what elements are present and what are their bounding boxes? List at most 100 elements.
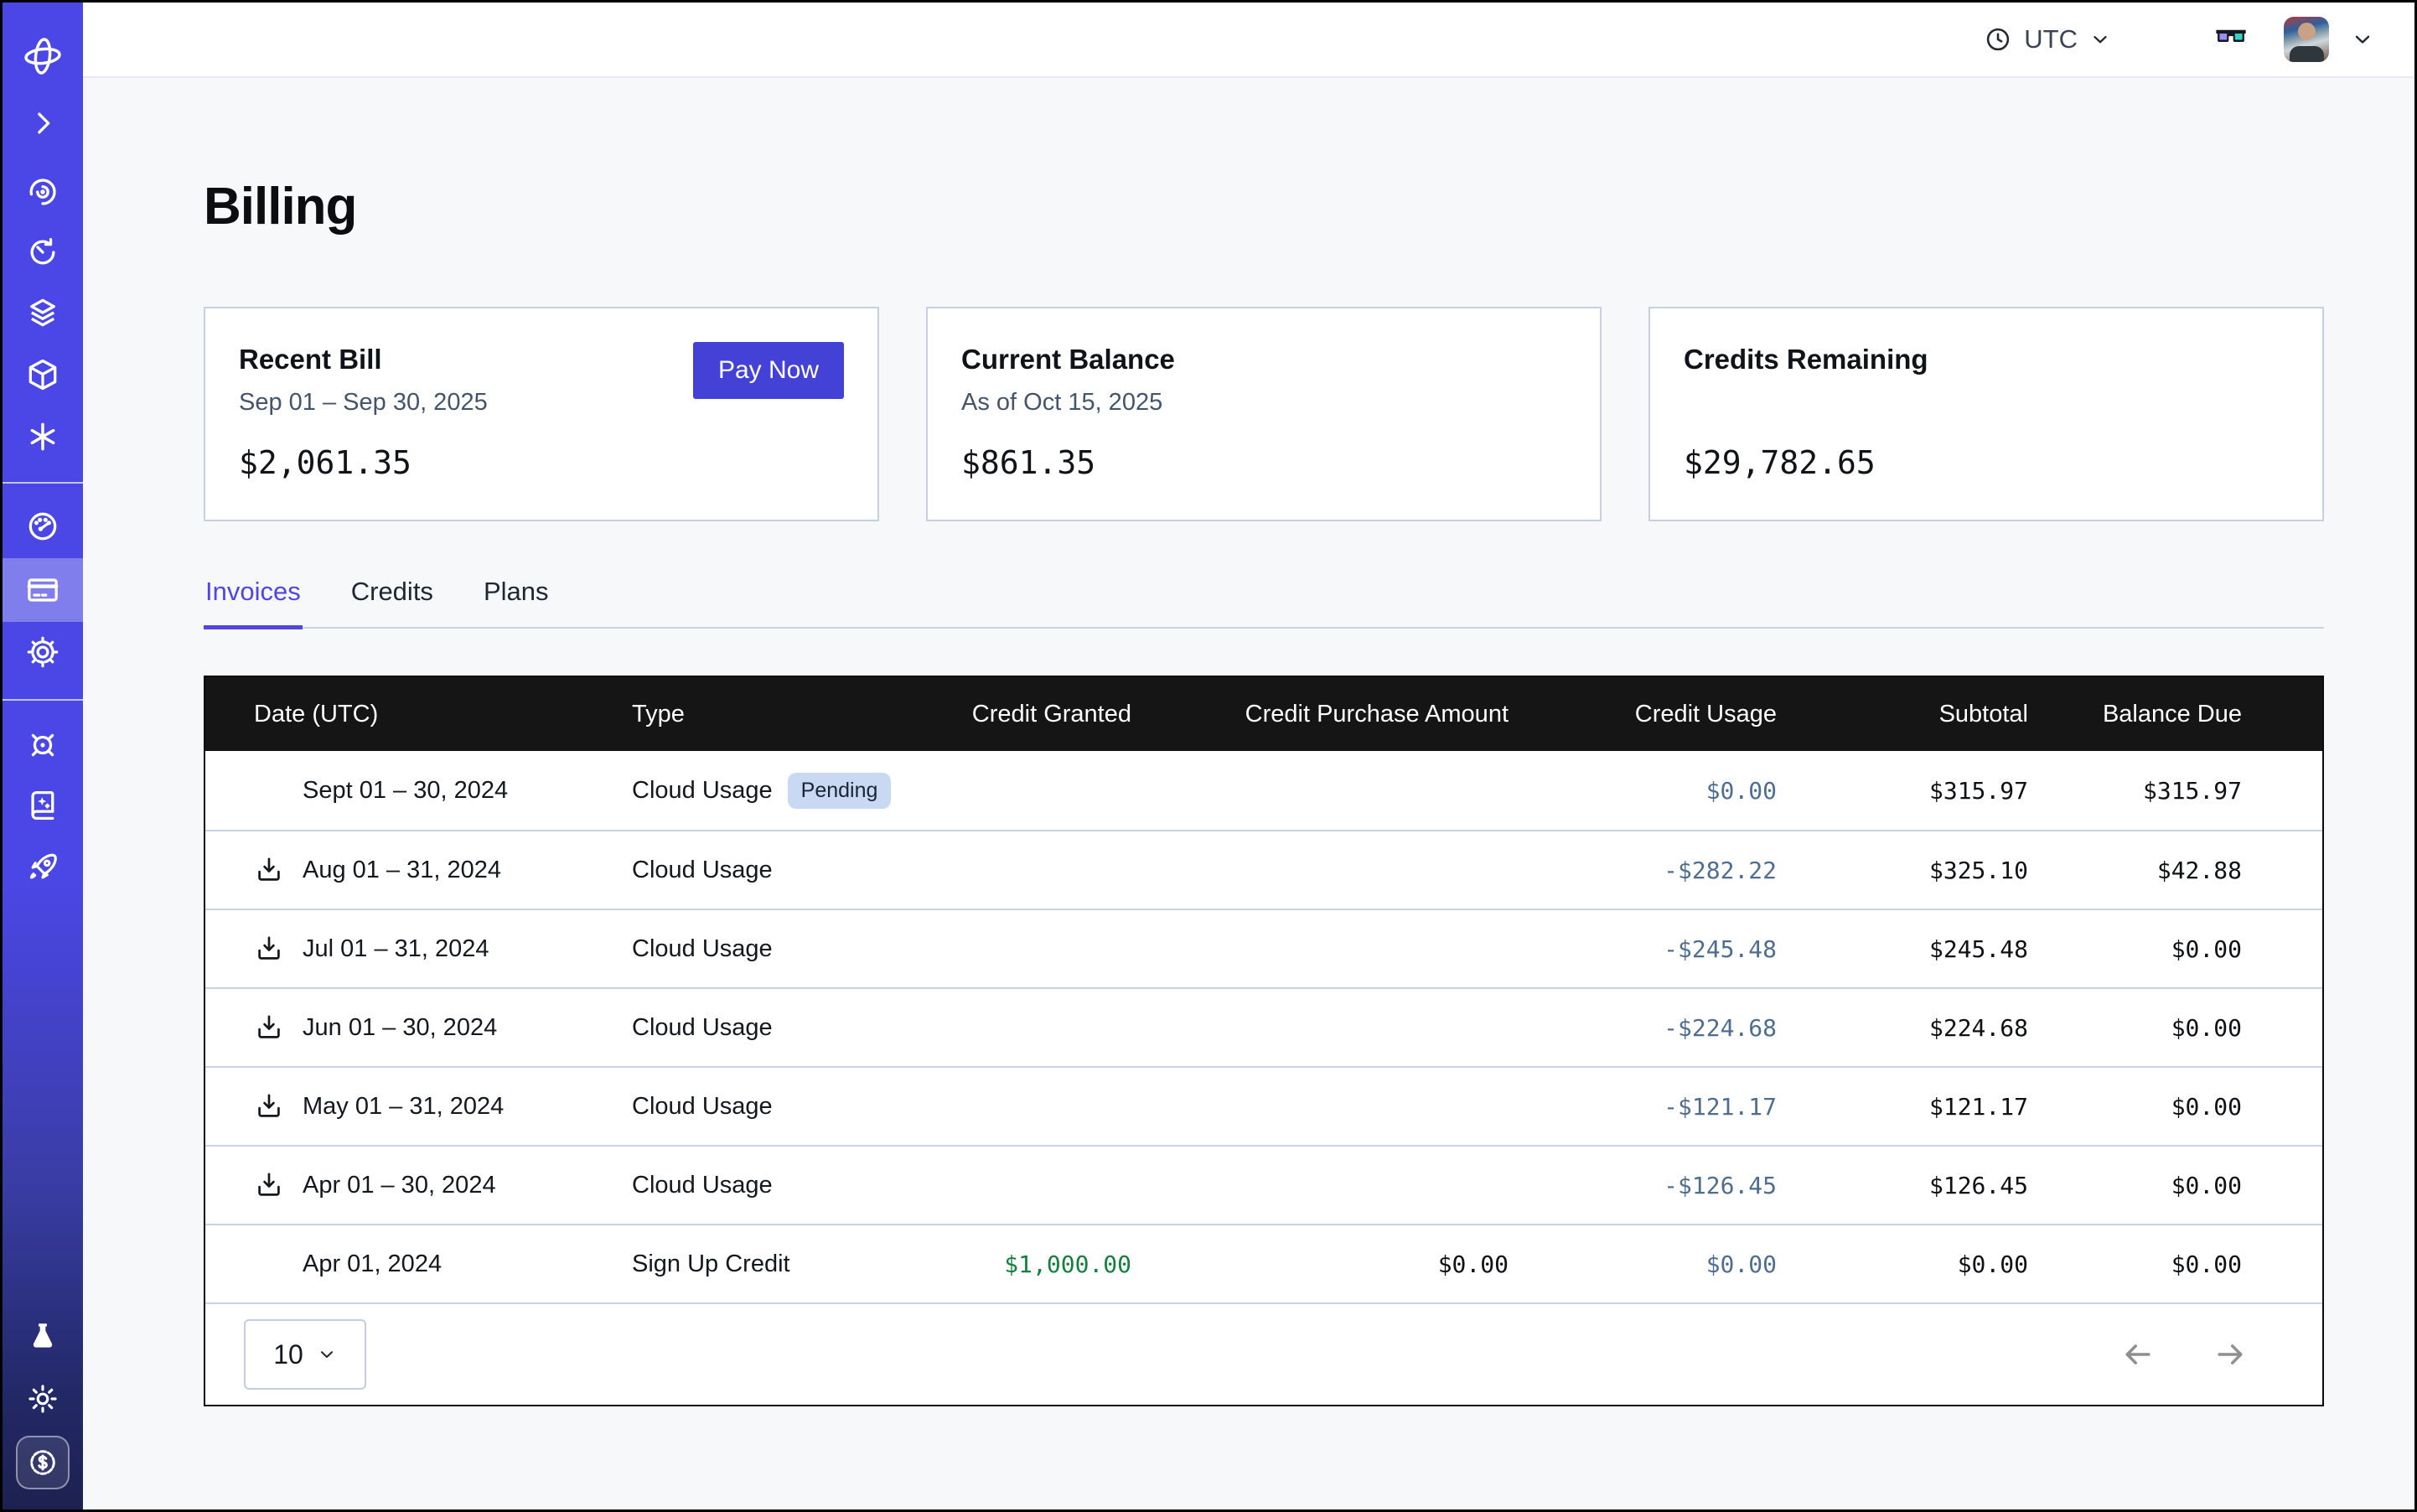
billing-tabs: Invoices Credits Plans (204, 577, 2324, 629)
card-title: Current Balance (961, 344, 1566, 375)
column-header: Credit Granted (940, 701, 1141, 728)
balance-due-cell: $0.00 (2038, 1251, 2322, 1278)
helm-wheel-icon[interactable] (3, 715, 83, 775)
status-badge: Pending (788, 773, 892, 809)
credit-usage-cell: -$245.48 (1519, 935, 1787, 963)
balance-due-cell: $0.00 (2038, 1014, 2322, 1042)
3d-glasses-icon[interactable] (2212, 18, 2250, 61)
tab-plans[interactable]: Plans (482, 577, 551, 629)
invoice-date: Jul 01 – 31, 2024 (303, 935, 489, 963)
invoice-date: Jun 01 – 30, 2024 (303, 1014, 497, 1042)
chevron-down-icon (317, 1344, 337, 1364)
user-avatar[interactable] (2284, 17, 2329, 62)
clock-icon (1984, 25, 2012, 54)
subtotal-cell: $315.97 (1787, 777, 2038, 805)
main-content: Billing Recent Bill Sep 01 – Sep 30, 202… (83, 80, 2414, 1509)
timezone-label: UTC (2024, 24, 2078, 54)
download-invoice-icon[interactable] (254, 1091, 284, 1121)
sidebar-divider (3, 699, 83, 701)
card-subtitle: As of Oct 15, 2025 (961, 389, 1566, 419)
monitoring-icon[interactable] (3, 162, 83, 222)
current-balance-amount: $861.35 (961, 444, 1566, 481)
table-row: Sept 01 – 30, 2024 Cloud Usage Pending $0.0… (205, 751, 2322, 830)
summary-cards: Recent Bill Sep 01 – Sep 30, 2025 $2,061… (204, 307, 2324, 521)
invoice-type: Cloud Usage (632, 1093, 773, 1121)
dollar-badge-icon (16, 1436, 70, 1489)
credit-purchase-cell: $0.00 (1141, 1251, 1519, 1278)
invoice-type: Cloud Usage (632, 1172, 773, 1199)
subtotal-cell: $245.48 (1787, 935, 2038, 963)
experiments-flask-icon[interactable] (3, 1307, 83, 1367)
page-size-select[interactable]: 10 (244, 1319, 366, 1390)
docs-book-icon[interactable] (3, 775, 83, 836)
layers-icon[interactable] (3, 282, 83, 343)
card-title: Credits Remaining (1684, 344, 2289, 375)
invoice-date: Apr 01, 2024 (303, 1251, 442, 1278)
credits-dollar-button[interactable] (3, 1431, 83, 1494)
usage-gauge-icon[interactable] (3, 496, 83, 557)
subtotal-cell: $0.00 (1787, 1251, 2038, 1278)
column-header: Balance Due (2038, 701, 2322, 728)
credit-granted-cell: $1,000.00 (940, 1251, 1141, 1278)
sidebar (3, 3, 83, 1509)
expand-chevron-right-icon[interactable] (3, 93, 83, 153)
table-row: Jul 01 – 31, 2024 Cloud Usage -$245.48$245… (205, 909, 2322, 987)
balance-due-cell: $42.88 (2038, 857, 2322, 884)
sidebar-divider (3, 482, 83, 484)
table-row: Apr 01 – 30, 2024 Cloud Usage -$126.45$126… (205, 1145, 2322, 1224)
invoice-type: Cloud Usage (632, 857, 773, 884)
credit-usage-cell: -$126.45 (1519, 1172, 1787, 1199)
invoice-date: Aug 01 – 31, 2024 (303, 857, 501, 884)
balance-due-cell: $0.00 (2038, 935, 2322, 963)
recent-bill-card: Recent Bill Sep 01 – Sep 30, 2025 $2,061… (204, 307, 879, 521)
invoice-type: Sign Up Credit (632, 1251, 790, 1278)
invoice-date: Sept 01 – 30, 2024 (303, 777, 508, 805)
invoice-type: Cloud Usage (632, 777, 773, 805)
pay-now-button[interactable]: Pay Now (693, 342, 844, 399)
download-invoice-icon[interactable] (254, 855, 284, 885)
credit-usage-cell: $0.00 (1519, 777, 1787, 805)
theme-sun-icon[interactable] (3, 1369, 83, 1429)
column-header: Type (622, 701, 940, 728)
rocket-icon[interactable] (3, 837, 83, 898)
download-invoice-icon[interactable] (254, 934, 284, 964)
account-menu-chevron-icon[interactable] (2351, 28, 2374, 51)
next-page-button[interactable] (2212, 1336, 2249, 1373)
settings-gear-icon[interactable] (3, 622, 83, 682)
cube-icon[interactable] (3, 344, 83, 405)
balance-due-cell: $0.00 (2038, 1172, 2322, 1199)
subtotal-cell: $121.17 (1787, 1093, 2038, 1121)
page-title: Billing (204, 177, 2324, 236)
sidebar-item-billing[interactable] (3, 558, 83, 622)
column-header: Credit Purchase Amount (1141, 701, 1519, 728)
card-subtitle (1684, 389, 2289, 419)
recent-bill-amount: $2,061.35 (239, 444, 844, 481)
tab-invoices[interactable]: Invoices (204, 577, 303, 629)
invoice-date: Apr 01 – 30, 2024 (303, 1172, 496, 1199)
table-header-row: Date (UTC)TypeCredit GrantedCredit Purch… (205, 677, 2322, 751)
timezone-selector[interactable]: UTC (1984, 24, 2111, 54)
asterisk-icon[interactable] (3, 406, 83, 467)
subtotal-cell: $126.45 (1787, 1172, 2038, 1199)
download-invoice-icon[interactable] (254, 1170, 284, 1200)
prev-page-button[interactable] (2119, 1336, 2156, 1373)
app-window: UTC Billing Recent Bill Sep 01 – Sep 30, (0, 0, 2417, 1512)
brand-orbit-logo-icon[interactable] (3, 26, 83, 86)
column-header: Subtotal (1787, 701, 2038, 728)
column-header: Credit Usage (1519, 701, 1787, 728)
balance-due-cell: $0.00 (2038, 1093, 2322, 1121)
balance-due-cell: $315.97 (2038, 777, 2322, 805)
credit-usage-cell: $0.00 (1519, 1251, 1787, 1278)
credits-remaining-card: Credits Remaining $29,782.65 (1648, 307, 2324, 521)
invoice-table-body: Sept 01 – 30, 2024 Cloud Usage Pending $0.0… (205, 751, 2322, 1302)
current-balance-card: Current Balance As of Oct 15, 2025 $861.… (926, 307, 1602, 521)
page-size-value: 10 (273, 1339, 303, 1370)
topbar: UTC (83, 3, 2414, 78)
tab-credits[interactable]: Credits (349, 577, 435, 629)
invoice-type: Cloud Usage (632, 935, 773, 963)
table-row: Aug 01 – 31, 2024Cloud Usage-$282.22$325… (205, 830, 2322, 909)
history-timer-icon[interactable] (3, 222, 83, 282)
download-invoice-icon[interactable] (254, 1012, 284, 1043)
chevron-down-icon (2089, 28, 2111, 50)
invoice-type: Cloud Usage (632, 1014, 773, 1042)
